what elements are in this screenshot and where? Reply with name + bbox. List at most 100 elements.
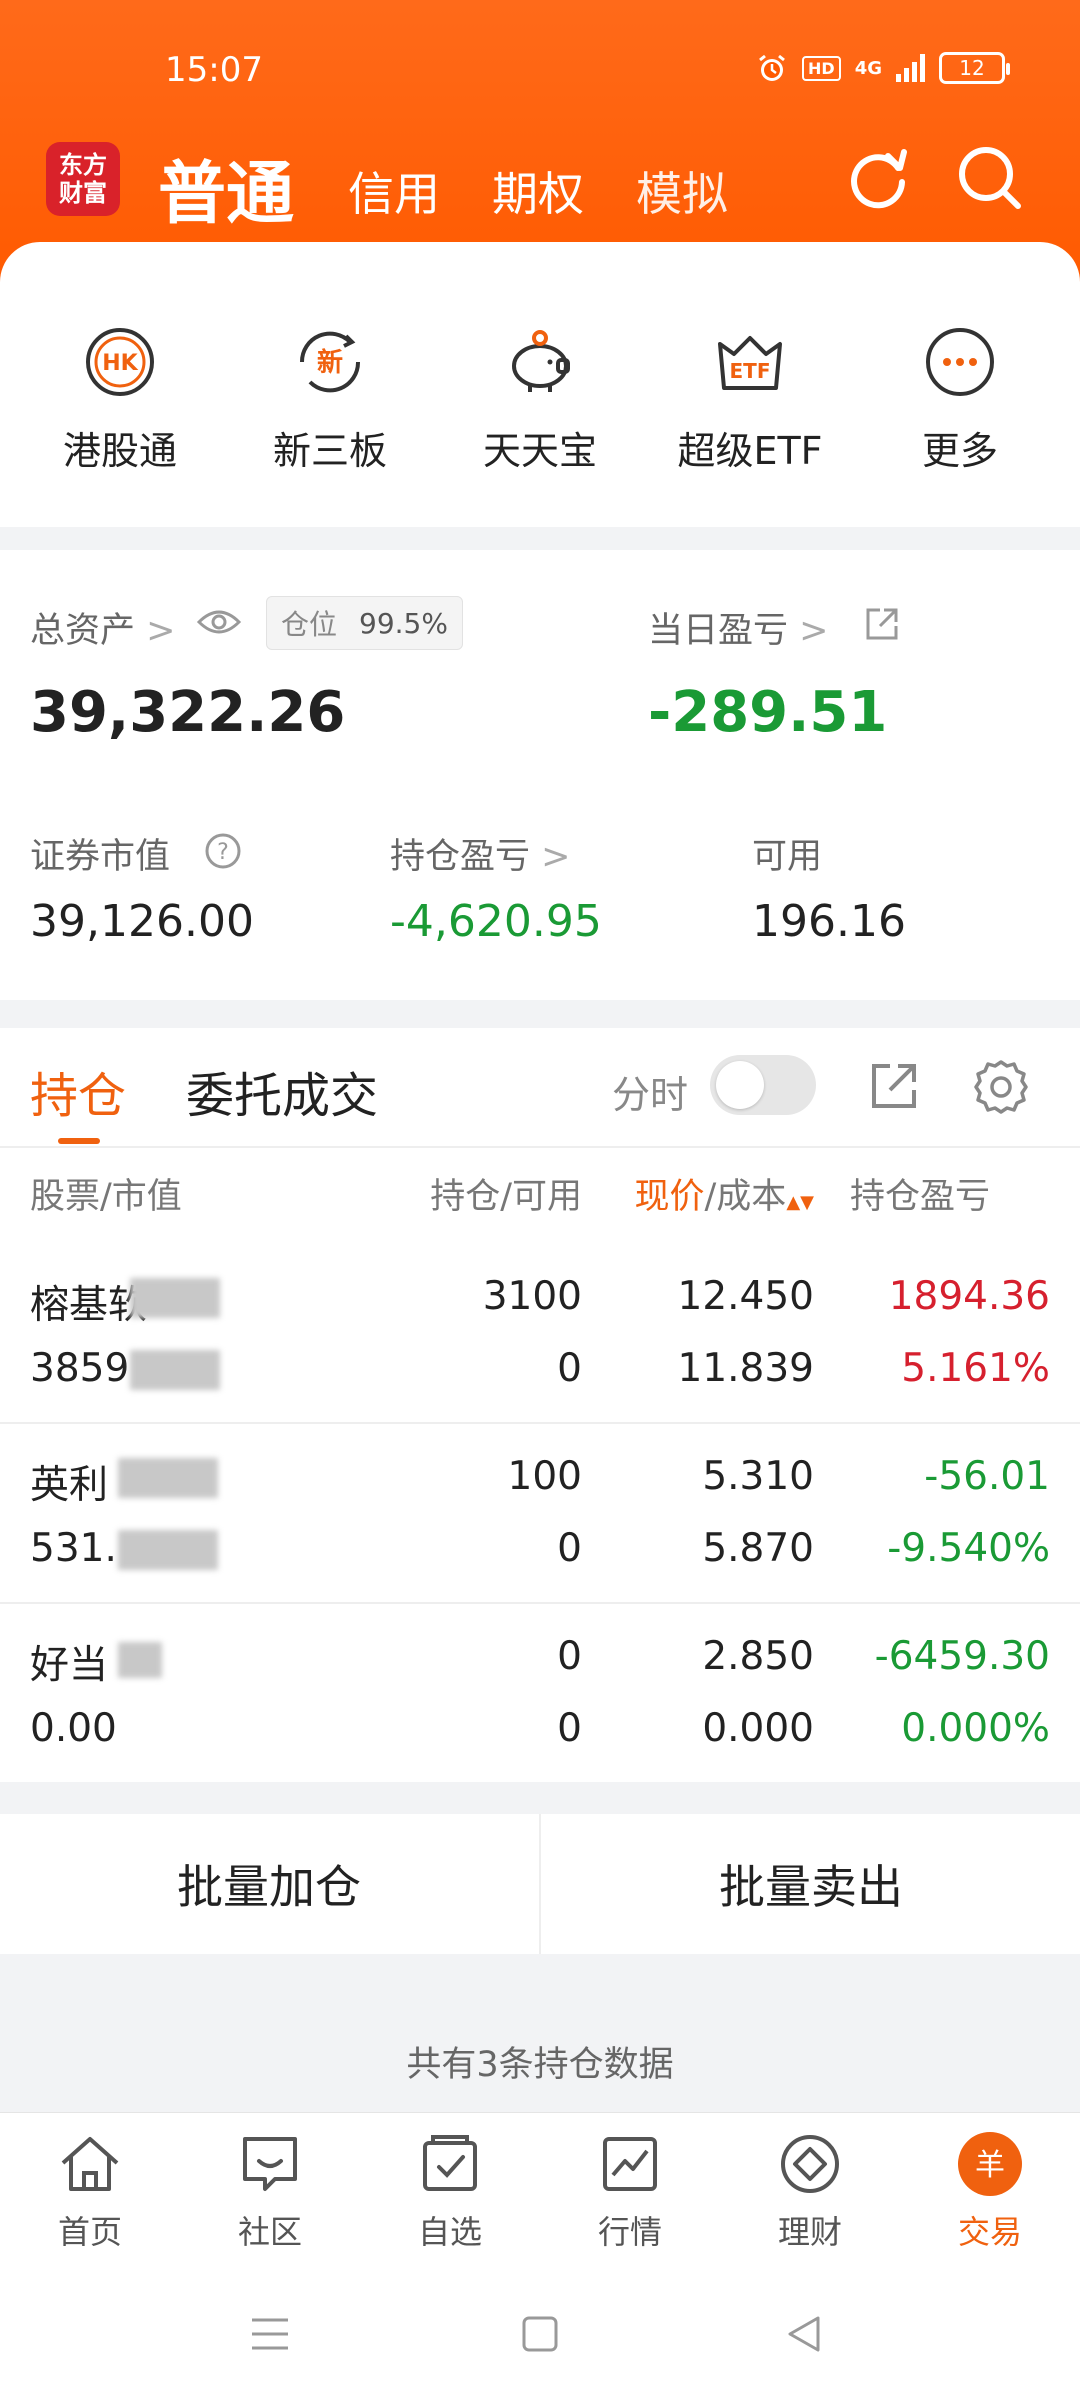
alarm-icon <box>759 54 785 81</box>
available-label: 可用 <box>752 837 823 877</box>
home-square-icon[interactable] <box>518 2312 562 2356</box>
tabbar-item-market[interactable]: 行情 <box>540 2129 720 2253</box>
battery-icon: 12 <box>939 52 1010 84</box>
batch-actions: 批量加仓 批量卖出 <box>0 1814 1080 1954</box>
avail-qty: 0 <box>557 1706 582 1751</box>
total-assets-link[interactable]: 总资产 > <box>30 602 175 653</box>
avail-qty: 0 <box>557 1346 582 1391</box>
stock-market-value: 531. <box>30 1526 117 1571</box>
tab-credit[interactable]: 信用 <box>348 158 440 224</box>
quick-item-label: 新三板 <box>272 429 387 473</box>
current-price: 5.310 <box>702 1454 814 1499</box>
quick-item-new-third-board[interactable]: 新 新三板 <box>230 322 430 475</box>
quick-item-tiantianbao[interactable]: 天天宝 <box>440 322 640 475</box>
col-price-rest: /成本 <box>704 1177 787 1217</box>
col-price[interactable]: 现价/成本▲▼ <box>635 1168 815 1219</box>
logo-text-1: 东方 <box>59 151 107 179</box>
cost-price: 5.870 <box>702 1526 814 1571</box>
market-value-label: 证券市值 <box>30 837 171 877</box>
logo-text-2: 财富 <box>59 179 107 207</box>
holdings-count-text: 共有3条持仓数据 <box>406 2045 674 2085</box>
batch-sell-button[interactable]: 批量卖出 <box>542 1814 1080 1954</box>
app-logo[interactable]: 东方 财富 <box>46 142 120 216</box>
etf-icon-text: ETF <box>730 359 771 383</box>
batch-add-button[interactable]: 批量加仓 <box>0 1814 538 1954</box>
chevron-right-icon: > <box>799 611 829 651</box>
holding-pnl: -56.01 <box>924 1454 1050 1499</box>
holdings-divider <box>0 1146 1080 1148</box>
tabbar-label: 自选 <box>417 2213 482 2251</box>
tab-orders[interactable]: 委托成交 <box>186 1056 378 1126</box>
refresh-icon[interactable] <box>838 138 918 218</box>
trade-icon: 羊 <box>958 2132 1022 2196</box>
tab-normal[interactable]: 普通 <box>158 138 294 237</box>
col-stock: 股票/市值 <box>30 1177 182 1217</box>
hold-qty: 0 <box>557 1634 582 1679</box>
timeshare-label: 分时 <box>612 1073 689 1117</box>
privacy-blur <box>118 1642 162 1678</box>
tab-holdings[interactable]: 持仓 <box>30 1056 126 1126</box>
tabbar-item-watchlist[interactable]: 自选 <box>360 2129 540 2253</box>
cost-price: 11.839 <box>677 1346 814 1391</box>
tabbar-label: 行情 <box>597 2213 662 2251</box>
bottom-tab-bar: 首页 社区 自选 行情 理财 羊 交易 <box>0 2112 1080 2268</box>
holding-pnl: 1894.36 <box>888 1274 1050 1319</box>
quick-item-hk-connect[interactable]: HK 港股通 <box>20 322 220 475</box>
total-assets-value: 39,322.26 <box>30 680 346 745</box>
status-time: 15:07 <box>165 50 263 90</box>
quick-item-label: 超级ETF <box>677 429 823 473</box>
privacy-blur <box>118 1458 218 1498</box>
holding-pnl-link[interactable]: 持仓盈亏 > <box>390 828 570 879</box>
hold-qty: 3100 <box>482 1274 582 1319</box>
svg-text:?: ? <box>217 840 229 865</box>
community-icon <box>243 2137 297 2191</box>
holding-pnl-pct: 0.000% <box>901 1706 1050 1751</box>
timeshare-toggle[interactable] <box>710 1055 816 1115</box>
privacy-blur <box>130 1278 220 1318</box>
hk-icon: HK <box>86 328 154 396</box>
search-icon[interactable] <box>950 138 1030 218</box>
export-icon[interactable] <box>866 1058 922 1114</box>
tabbar-label: 社区 <box>237 2213 302 2251</box>
home-icon <box>61 2137 119 2191</box>
row-divider <box>0 1422 1080 1424</box>
tabbar-item-wealth[interactable]: 理财 <box>720 2129 900 2253</box>
battery-level: 12 <box>959 56 985 80</box>
holding-pnl-pct: 5.161% <box>901 1346 1050 1391</box>
avail-qty: 0 <box>557 1526 582 1571</box>
tabbar-item-community[interactable]: 社区 <box>180 2129 360 2253</box>
tab-simulation[interactable]: 模拟 <box>636 158 728 224</box>
watchlist-icon <box>423 2135 477 2191</box>
quick-item-label: 更多 <box>921 429 998 473</box>
new-board-icon: 新 <box>299 331 361 393</box>
holdings-panel: 持仓 委托成交 分时 股票/市值 持仓/可用 现价/成本▲▼ 持仓盈亏 榕基软 … <box>0 1028 1080 1782</box>
quick-item-more[interactable]: 更多 <box>860 322 1060 475</box>
holding-pnl-pct: -9.540% <box>887 1526 1050 1571</box>
position-value: 99.5% <box>359 606 448 640</box>
settings-gear-icon[interactable] <box>972 1058 1030 1116</box>
holding-pnl-label: 持仓盈亏 <box>390 837 531 877</box>
piggy-bank-icon <box>512 330 570 392</box>
tabbar-label: 首页 <box>57 2213 122 2251</box>
holding-pnl: -6459.30 <box>874 1634 1050 1679</box>
action-divider <box>539 1814 541 1954</box>
top-nav: 东方 财富 普通 信用 期权 模拟 <box>0 138 1080 234</box>
quick-item-super-etf[interactable]: ETF 超级ETF <box>650 322 850 475</box>
daily-pnl-link[interactable]: 当日盈亏 > <box>648 602 828 653</box>
share-icon[interactable] <box>864 606 900 642</box>
active-tab-indicator <box>58 1138 100 1144</box>
daily-pnl-value: -289.51 <box>648 680 888 745</box>
chevron-right-icon: > <box>541 837 571 877</box>
tabbar-item-home[interactable]: 首页 <box>0 2129 180 2253</box>
back-icon[interactable] <box>782 2312 826 2356</box>
current-price: 2.850 <box>702 1634 814 1679</box>
privacy-blur <box>130 1350 220 1390</box>
market-value: 39,126.00 <box>30 896 254 947</box>
tab-options[interactable]: 期权 <box>492 158 584 224</box>
row-divider <box>0 1602 1080 1604</box>
eye-icon[interactable] <box>196 606 242 638</box>
menu-icon[interactable] <box>248 2312 292 2356</box>
tabbar-item-trade[interactable]: 羊 交易 <box>900 2129 1080 2253</box>
stock-name: 好当 <box>30 1643 109 1688</box>
help-icon[interactable]: ? <box>204 832 242 870</box>
